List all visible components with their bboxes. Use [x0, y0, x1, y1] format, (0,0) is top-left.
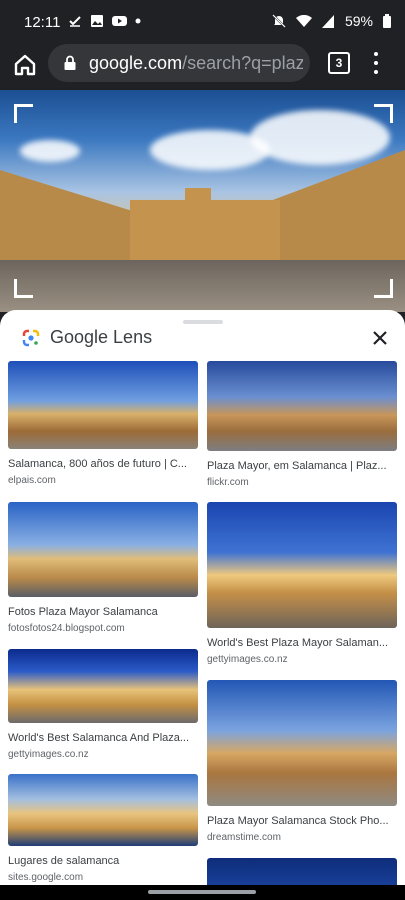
result-title: World's Best Salamanca And Plaza...	[8, 732, 190, 744]
result-card[interactable]: Plaza Mayor, em Salamanca | Plaz... flic…	[207, 361, 397, 489]
browser-toolbar: google.com/search?q=plaza 3	[0, 44, 405, 90]
check-icon	[69, 16, 81, 27]
result-source: gettyimages.co.nz	[8, 749, 89, 760]
tab-switcher-button[interactable]: 3	[328, 52, 350, 74]
result-card[interactable]: Lugares de salamanca sites.google.com	[8, 774, 198, 884]
crop-corner-top-left[interactable]	[14, 104, 33, 123]
overflow-menu-icon[interactable]	[372, 52, 380, 74]
url-path: /search?q=plaza	[182, 53, 303, 73]
status-bar: 12:11 59%	[0, 0, 405, 44]
result-title: Salamanca, 800 años de futuro | C...	[8, 458, 187, 470]
dot-icon	[135, 18, 141, 24]
result-source: gettyimages.co.nz	[207, 654, 288, 665]
lens-title: Google Lens	[50, 327, 153, 347]
result-thumbnail	[8, 502, 198, 597]
home-icon[interactable]	[12, 52, 38, 78]
mute-icon	[272, 14, 286, 28]
result-thumbnail	[8, 361, 198, 449]
battery-percent: 59%	[344, 13, 373, 29]
result-thumbnail	[8, 774, 198, 846]
wifi-icon	[295, 14, 312, 27]
result-title: Fotos Plaza Mayor Salamanca	[8, 606, 158, 618]
crop-corner-top-right[interactable]	[374, 104, 393, 123]
gesture-nav-bar	[0, 885, 405, 900]
image-icon	[91, 15, 103, 27]
url-domain: google.com	[89, 53, 183, 73]
result-thumbnail	[207, 502, 397, 628]
result-thumbnail	[207, 680, 397, 806]
crop-corner-bottom-right[interactable]	[374, 279, 393, 298]
drag-handle[interactable]	[183, 320, 223, 324]
result-title: Plaza Mayor, em Salamanca | Plaz...	[207, 460, 387, 472]
result-card[interactable]: Plaza Mayor Salamanca Stock Pho... dream…	[207, 680, 397, 844]
crop-corner-bottom-left[interactable]	[14, 279, 33, 298]
result-thumbnail	[8, 649, 198, 723]
lens-results-sheet: Google Lens Salamanca, 800 años de futur…	[0, 310, 405, 900]
result-source: elpais.com	[8, 475, 56, 486]
google-lens-icon	[22, 329, 40, 346]
result-title: World's Best Plaza Mayor Salaman...	[207, 637, 389, 649]
clock: 12:11	[24, 14, 61, 31]
home-gesture-handle[interactable]	[148, 890, 256, 894]
result-title: Plaza Mayor Salamanca Stock Pho...	[207, 815, 389, 827]
youtube-icon	[112, 16, 127, 26]
result-source: flickr.com	[207, 477, 249, 488]
lock-icon	[64, 55, 76, 70]
result-source: dreamstime.com	[207, 832, 281, 843]
result-source: sites.google.com	[8, 872, 84, 883]
result-card[interactable]: World's Best Plaza Mayor Salaman... gett…	[207, 502, 397, 666]
result-card[interactable]: Fotos Plaza Mayor Salamanca fotosfotos24…	[8, 502, 198, 635]
search-image	[0, 90, 405, 312]
url-text: google.com/search?q=plaza	[89, 53, 303, 74]
result-thumbnail	[207, 361, 397, 451]
address-bar[interactable]: google.com/search?q=plaza	[48, 44, 310, 82]
close-icon[interactable]	[370, 328, 390, 348]
result-card[interactable]: Salamanca, 800 años de futuro | C... elp…	[8, 361, 198, 487]
result-card[interactable]: World's Best Salamanca And Plaza... gett…	[8, 649, 198, 761]
signal-icon	[321, 14, 334, 28]
battery-icon	[383, 14, 391, 28]
result-source: fotosfotos24.blogspot.com	[8, 623, 125, 634]
result-title: Lugares de salamanca	[8, 855, 120, 867]
lens-header: Google Lens	[22, 327, 152, 348]
